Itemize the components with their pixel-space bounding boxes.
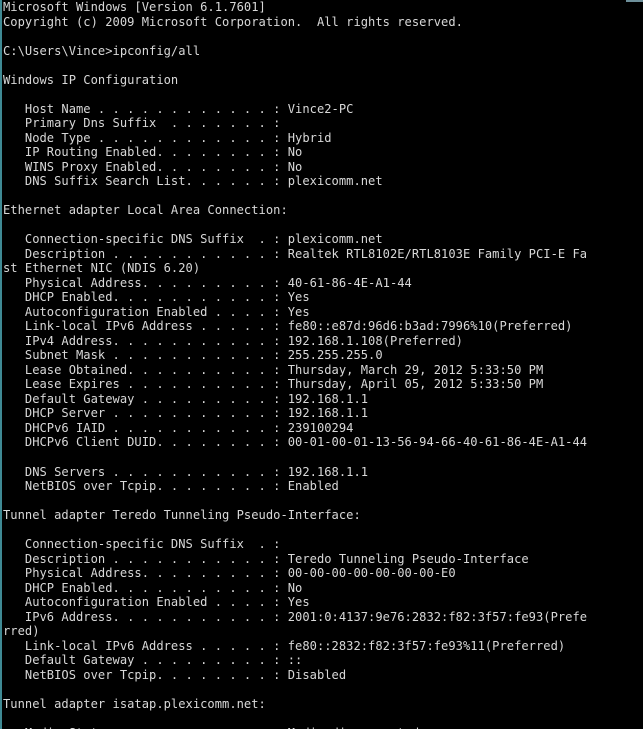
console-line: DNS Servers . . . . . . . . . . . : 192.… xyxy=(3,464,369,479)
console-line: Default Gateway . . . . . . . . . : :: xyxy=(3,653,303,668)
console-line: Tunnel adapter isatap.plexicomm.net: xyxy=(3,696,266,711)
console-line: Lease Expires . . . . . . . . . . : Thur… xyxy=(3,377,544,392)
console-line: Connection-specific DNS Suffix . : xyxy=(3,537,281,552)
console-line: Link-local IPv6 Address . . . . . : fe80… xyxy=(3,638,566,653)
console-line: Link-local IPv6 Address . . . . . : fe80… xyxy=(3,319,573,334)
console-output-text[interactable]: Microsoft Windows [Version 6.1.7601] Copy… xyxy=(3,0,643,729)
console-line: DHCPv6 IAID . . . . . . . . . . . : 2391… xyxy=(3,420,354,435)
console-line: IP Routing Enabled. . . . . . . . : No xyxy=(3,145,303,160)
window-left-border xyxy=(0,0,2,729)
console-line: C:\Users\Vince>ipconfig/all xyxy=(3,43,201,58)
console-line: Ethernet adapter Local Area Connection: xyxy=(3,203,288,218)
console-line: DHCP Enabled. . . . . . . . . . . : Yes xyxy=(3,290,310,305)
console-line: NetBIOS over Tcpip. . . . . . . . : Enab… xyxy=(3,479,339,494)
console-line: Lease Obtained. . . . . . . . . . : Thur… xyxy=(3,362,544,377)
console-line: Physical Address. . . . . . . . . : 40-6… xyxy=(3,275,412,290)
console-line: DNS Suffix Search List. . . . . . : plex… xyxy=(3,174,383,189)
console-line: Windows IP Configuration xyxy=(3,72,179,87)
console-line: DHCP Enabled. . . . . . . . . . . : No xyxy=(3,580,303,595)
console-line: Description . . . . . . . . . . . : Tere… xyxy=(3,551,529,566)
console-line: st Ethernet NIC (NDIS 6.20) xyxy=(3,261,201,276)
console-line: Host Name . . . . . . . . . . . . : Vinc… xyxy=(3,101,354,116)
console-line: Default Gateway . . . . . . . . . : 192.… xyxy=(3,391,369,406)
console-line: IPv4 Address. . . . . . . . . . . : 192.… xyxy=(3,333,463,348)
console-line: WINS Proxy Enabled. . . . . . . . : No xyxy=(3,159,303,174)
console-line: IPv6 Address. . . . . . . . . . . : 2001… xyxy=(3,609,588,624)
console-line: Tunnel adapter Teredo Tunneling Pseudo-I… xyxy=(3,508,361,523)
console-line: Physical Address. . . . . . . . . : 00-0… xyxy=(3,566,456,581)
console-line: Copyright (c) 2009 Microsoft Corporation… xyxy=(3,14,463,29)
console-line: Autoconfiguration Enabled . . . . : Yes xyxy=(3,595,310,610)
command-prompt-window[interactable]: Microsoft Windows [Version 6.1.7601] Copy… xyxy=(0,0,643,729)
console-line: NetBIOS over Tcpip. . . . . . . . : Disa… xyxy=(3,667,347,682)
console-line: Primary Dns Suffix . . . . . . . : xyxy=(3,116,281,131)
console-line: Connection-specific DNS Suffix . : plexi… xyxy=(3,232,383,247)
console-line: Description . . . . . . . . . . . : Real… xyxy=(3,246,588,261)
console-line: Node Type . . . . . . . . . . . . : Hybr… xyxy=(3,130,332,145)
console-line: DHCP Server . . . . . . . . . . . : 192.… xyxy=(3,406,369,421)
console-line: rred) xyxy=(3,624,40,639)
console-line: Subnet Mask . . . . . . . . . . . : 255.… xyxy=(3,348,383,363)
console-line: Autoconfiguration Enabled . . . . : Yes xyxy=(3,304,310,319)
console-line: Microsoft Windows [Version 6.1.7601] xyxy=(3,0,266,14)
console-line: DHCPv6 Client DUID. . . . . . . . : 00-0… xyxy=(3,435,588,450)
